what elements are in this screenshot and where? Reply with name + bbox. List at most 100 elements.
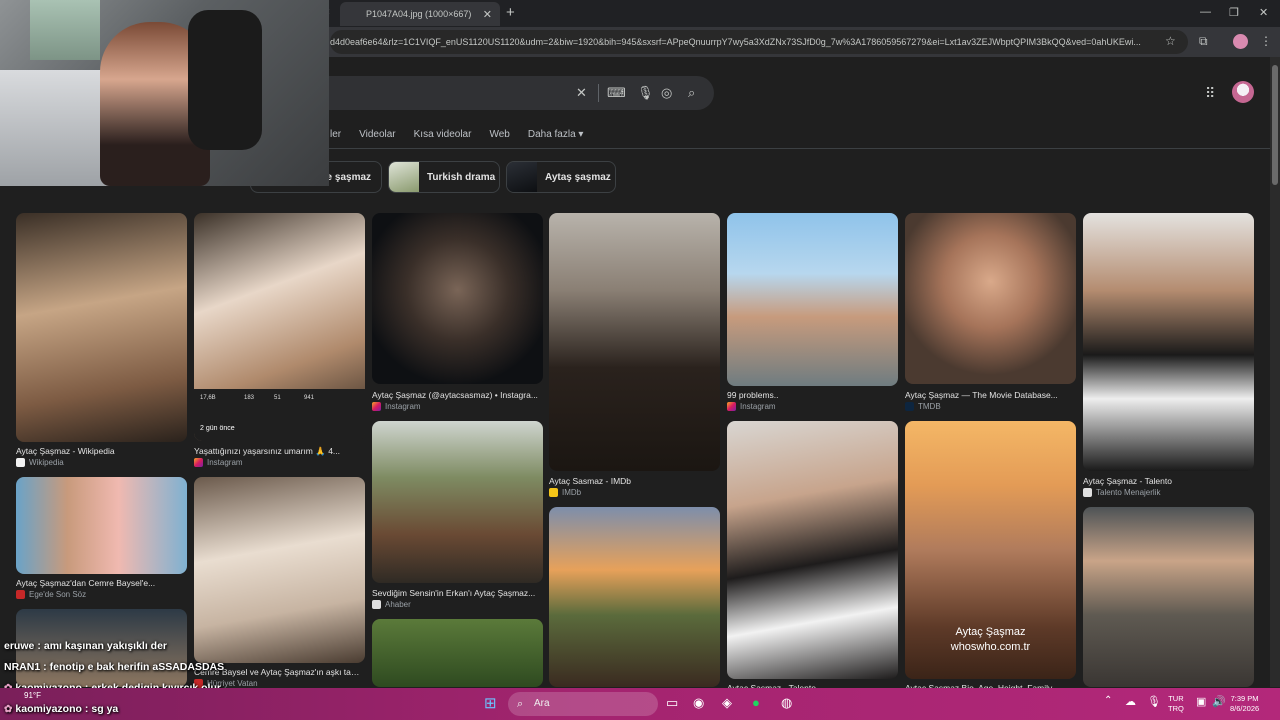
new-tab-icon[interactable]: + xyxy=(506,4,515,21)
tray-chevron-icon[interactable]: ⌃ xyxy=(1104,695,1112,706)
imdb-icon xyxy=(549,488,558,497)
obs-icon[interactable]: ◍ xyxy=(781,695,792,711)
result-image[interactable] xyxy=(16,477,187,574)
news-icon xyxy=(16,590,25,599)
google-apps-icon[interactable]: ⠿ xyxy=(1205,85,1215,102)
result-image[interactable] xyxy=(549,213,720,471)
windows-start-icon[interactable]: ⊞ xyxy=(484,694,497,712)
page-scrollbar[interactable] xyxy=(1270,57,1280,687)
flower-icon: ✿ xyxy=(4,703,13,715)
result-image[interactable] xyxy=(372,619,543,687)
result-source[interactable]: Instagram xyxy=(194,458,243,467)
microphone-icon[interactable]: 🎙 xyxy=(637,85,654,101)
result-source[interactable]: Wikipedia xyxy=(16,458,64,467)
result-source[interactable]: Talento Menajerlik xyxy=(1083,488,1160,497)
result-image[interactable] xyxy=(1083,213,1254,471)
window-close-icon[interactable]: ✕ xyxy=(1259,6,1268,19)
result-image[interactable] xyxy=(372,421,543,583)
talento-icon xyxy=(1083,488,1092,497)
onedrive-icon[interactable]: ☁ xyxy=(1125,695,1136,708)
result-image[interactable] xyxy=(905,213,1076,384)
instagram-icon xyxy=(372,402,381,411)
tab-title: P1047A04.jpg (1000×667) xyxy=(366,9,472,19)
result-image[interactable] xyxy=(727,421,898,679)
menu-kebab-icon[interactable]: ⋮ xyxy=(1260,34,1272,48)
tmdb-icon xyxy=(905,402,914,411)
camera-lens-icon[interactable]: ◎ xyxy=(661,85,672,101)
post-time: 2 gün önce xyxy=(200,425,235,432)
chrome-icon[interactable]: ◉ xyxy=(693,695,704,711)
windows-taskbar: 91°F ⊞ ⌕ Ara ▭ ◉ ◈ ● ◍ ⌃ ☁ 🎙 TUR TRQ ▣ 🔊… xyxy=(0,688,1280,720)
result-source[interactable]: Ege'de Son Söz xyxy=(16,590,86,599)
tab-short-videos[interactable]: Kısa videolar xyxy=(414,129,472,140)
url-text: d4d0eaf6e64&rlz=1C1VIQF_enUS1120US1120&u… xyxy=(330,37,1141,47)
mic-tray-icon[interactable]: 🎙 xyxy=(1147,695,1161,708)
spotify-icon[interactable]: ● xyxy=(752,695,760,710)
result-source[interactable]: IMDb xyxy=(549,488,581,497)
chip-thumbnail xyxy=(389,162,419,192)
news-icon xyxy=(372,600,381,609)
result-image[interactable] xyxy=(194,477,365,663)
image-watermark: Aytaç Şaşmaz whoswho.com.tr xyxy=(950,626,1031,653)
result-source[interactable]: TMDB xyxy=(905,402,941,411)
search-icon[interactable]: ⌕ xyxy=(688,85,695,101)
language-indicator[interactable]: TUR TRQ xyxy=(1168,694,1184,714)
result-title[interactable]: 99 problems.. xyxy=(727,390,898,400)
tab-videos[interactable]: Videolar xyxy=(359,129,396,140)
instagram-icon xyxy=(727,402,736,411)
result-source[interactable]: Ahaber xyxy=(372,600,411,609)
result-image[interactable] xyxy=(1083,507,1254,687)
keyboard-icon[interactable]: ⌨ xyxy=(607,85,626,101)
minimize-icon[interactable]: — xyxy=(1200,6,1211,18)
tab-web[interactable]: Web xyxy=(489,129,509,140)
scrollbar-thumb[interactable] xyxy=(1272,65,1278,185)
browser-tab[interactable]: P1047A04.jpg (1000×667) ✕ xyxy=(340,2,500,26)
taskbar-search-placeholder: Ara xyxy=(534,698,550,709)
related-chip[interactable]: Turkish drama xyxy=(388,161,500,193)
result-title[interactable]: Aytaç Şaşmaz (@aytacsasmaz) • Instagra..… xyxy=(372,390,543,400)
account-avatar[interactable] xyxy=(1232,81,1254,103)
clear-search-icon[interactable]: ✕ xyxy=(576,85,587,101)
result-title[interactable]: Yaşattığınızı yaşarsınız umarım 🙏 4... xyxy=(194,446,365,457)
result-title[interactable]: Aytaç Şaşmaz - Talento xyxy=(1083,476,1254,486)
result-image[interactable] xyxy=(16,213,187,442)
maximize-icon[interactable]: ❐ xyxy=(1229,6,1239,19)
share-count: 941 xyxy=(304,395,315,401)
weather-temp[interactable]: 91°F xyxy=(24,691,41,700)
tab-close-icon[interactable]: ✕ xyxy=(483,8,492,21)
taskbar-search[interactable]: ⌕ Ara xyxy=(508,692,658,716)
browser-profile-avatar[interactable] xyxy=(1233,34,1248,49)
discord-icon[interactable]: ◈ xyxy=(722,695,732,711)
address-bar[interactable]: d4d0eaf6e64&rlz=1C1VIQF_enUS1120US1120&u… xyxy=(330,30,1188,54)
clock[interactable]: 7:39 PM 8/6/2026 xyxy=(1230,694,1259,714)
chip-label: Aytaş şaşmaz xyxy=(545,171,611,183)
webcam-microphone xyxy=(188,10,262,150)
result-title[interactable]: Sevdiğim Sensin'in Erkan'ı Aytaç Şaşmaz.… xyxy=(372,588,543,598)
result-image[interactable] xyxy=(549,507,720,687)
tab-more[interactable]: Daha fazla ▾ xyxy=(528,129,584,140)
result-title[interactable]: Aytaç Şaşmaz'dan Cemre Baysel'e... xyxy=(16,578,187,588)
result-source[interactable]: Instagram xyxy=(372,402,421,411)
chat-user: eruwe xyxy=(4,640,35,652)
chat-message: ✿ kaomiyazono: sg ya xyxy=(4,703,119,715)
network-icon[interactable]: ▣ xyxy=(1196,695,1206,708)
search-icon: ⌕ xyxy=(517,698,524,710)
chat-user: NRAN1 xyxy=(4,661,41,673)
result-image[interactable]: Aytaç Şaşmaz whoswho.com.tr xyxy=(905,421,1076,679)
result-image[interactable] xyxy=(372,213,543,384)
result-title[interactable]: Aytaç Şaşmaz - Wikipedia xyxy=(16,446,187,456)
extensions-icon[interactable]: ⧉ xyxy=(1199,34,1208,49)
task-view-icon[interactable]: ▭ xyxy=(666,695,678,711)
screen: { "browser": { "tab_title": "P1047A04.jp… xyxy=(0,0,1280,720)
result-title[interactable]: Aytaç Sasmaz - IMDb xyxy=(549,476,720,486)
search-nav-tabs: ler Videolar Kısa videolar Web Daha fazl… xyxy=(330,129,583,140)
tab-images[interactable]: ler xyxy=(330,129,341,140)
result-title[interactable]: Aytaç Şaşmaz — The Movie Database... xyxy=(905,390,1076,400)
result-source[interactable]: Instagram xyxy=(727,402,776,411)
result-image[interactable]: 17,6B 183 51 941 2 gün önce xyxy=(194,213,365,441)
chip-label: Turkish drama xyxy=(427,171,496,183)
bookmark-star-icon[interactable]: ☆ xyxy=(1165,34,1176,48)
result-image[interactable] xyxy=(727,213,898,386)
related-chip[interactable]: Aytaş şaşmaz xyxy=(506,161,616,193)
volume-icon[interactable]: 🔊 xyxy=(1212,695,1226,708)
